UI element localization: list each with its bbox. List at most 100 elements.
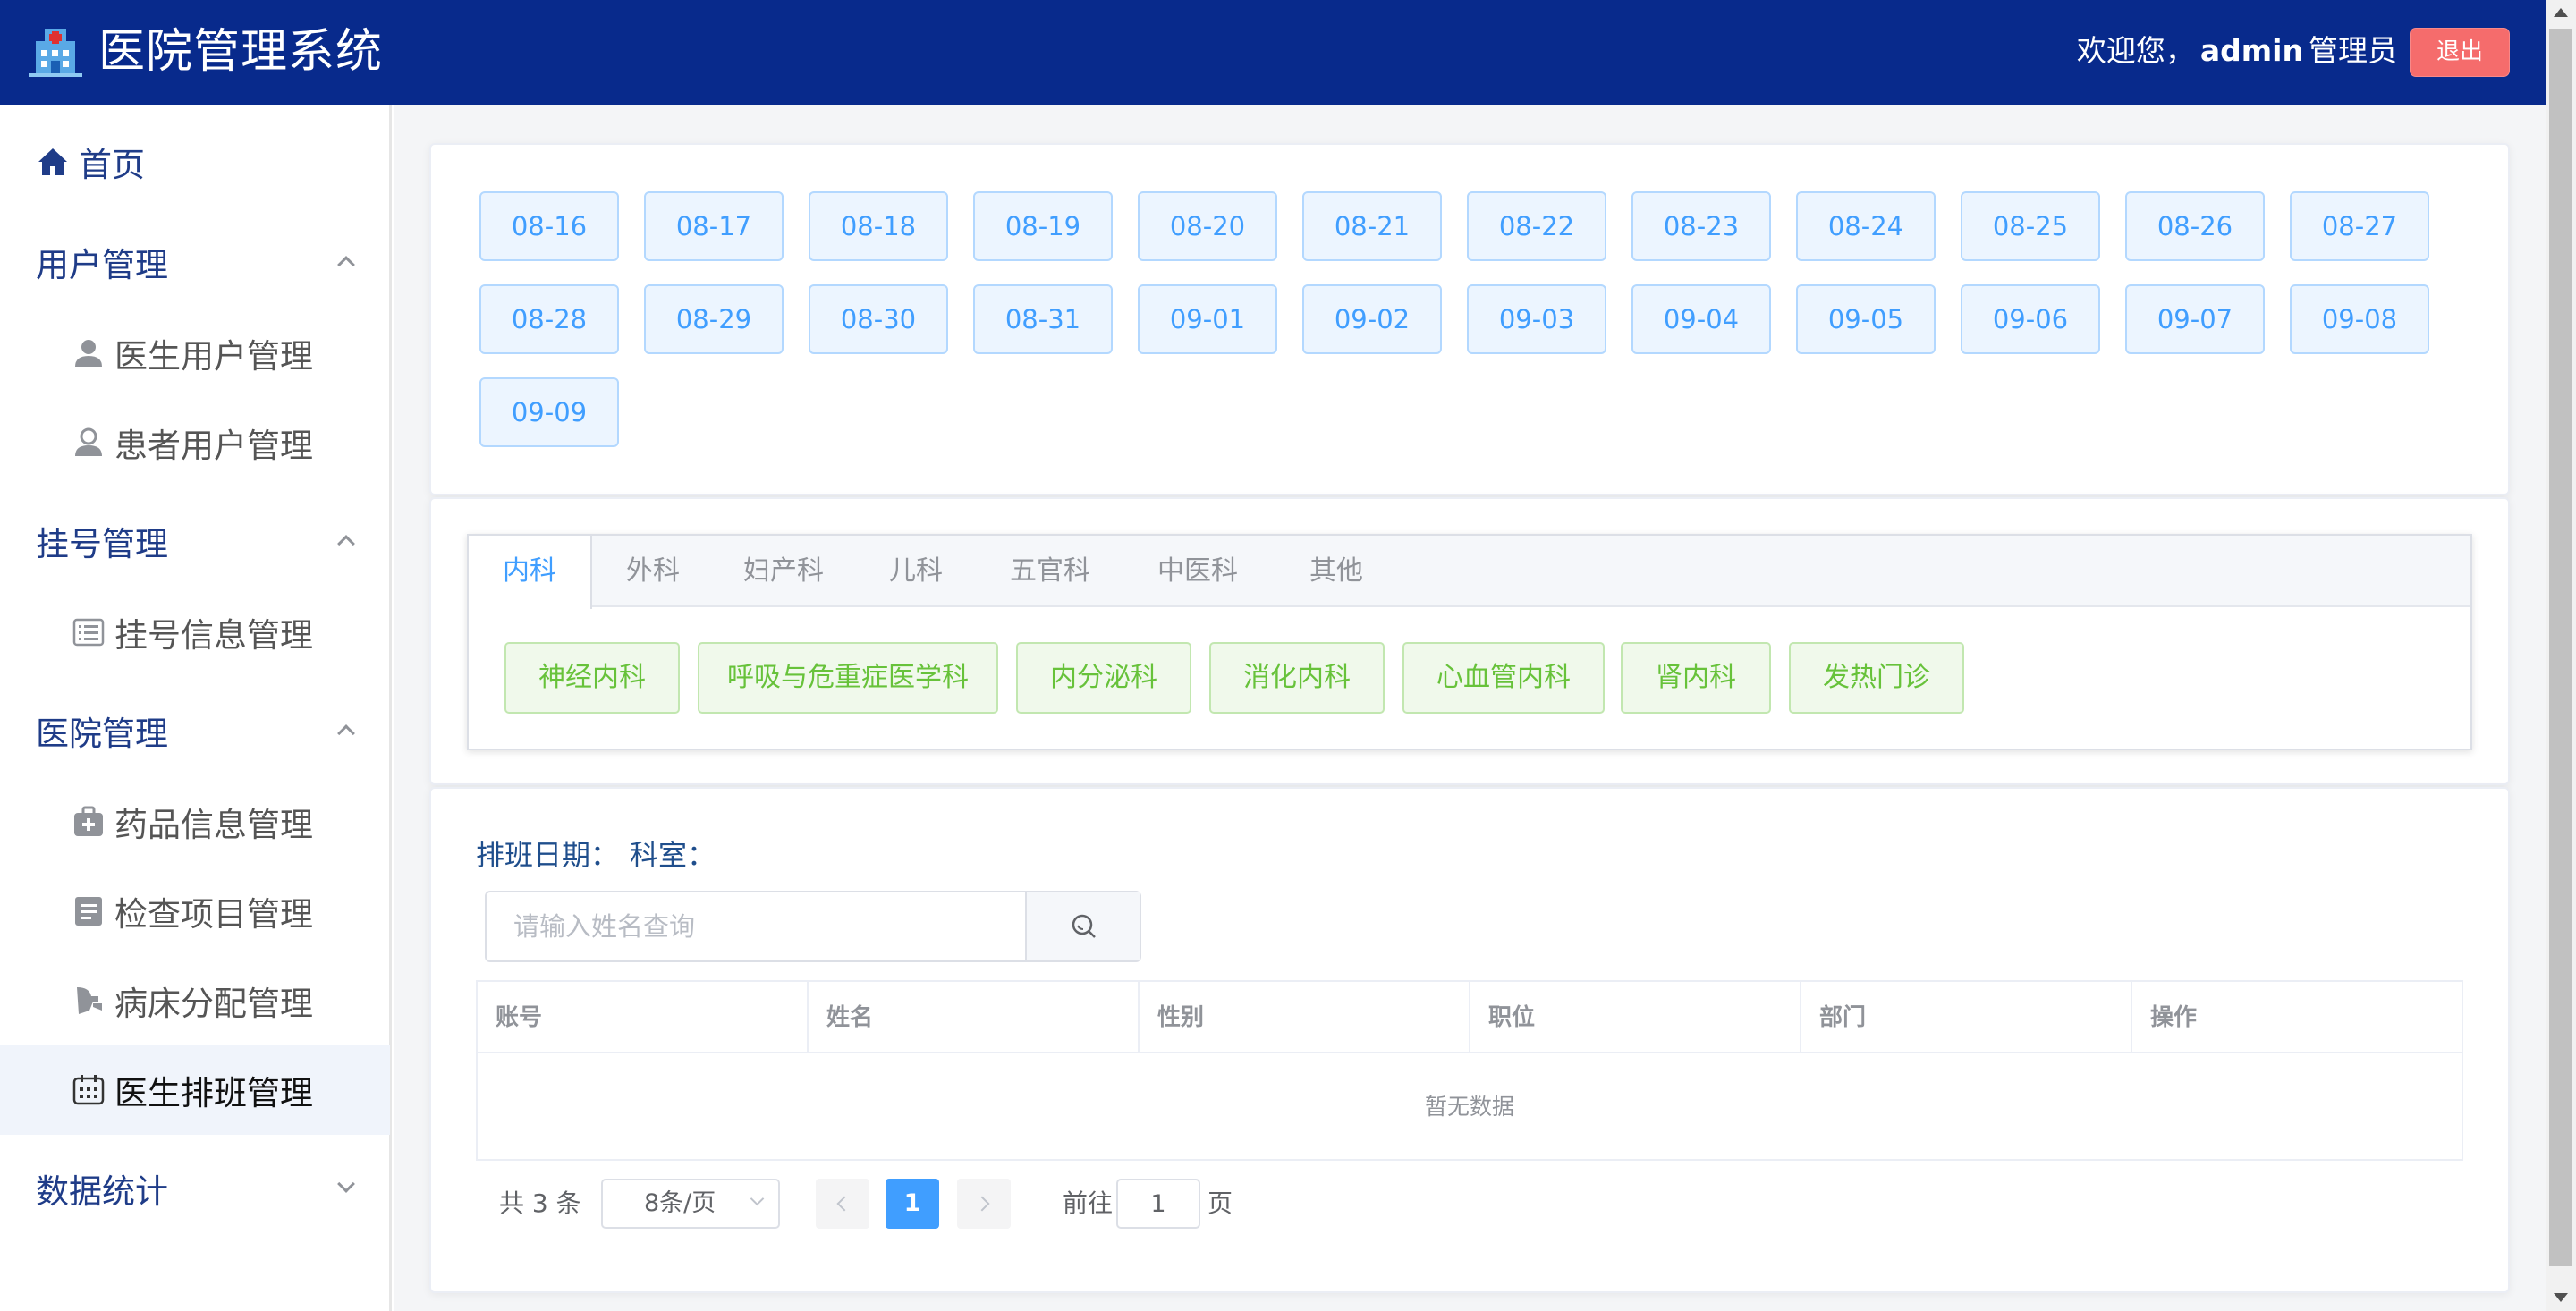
date-button[interactable]: 08-28 [479, 284, 619, 354]
date-button[interactable]: 08-24 [1796, 191, 1936, 261]
tab-internal[interactable]: 内科 [469, 536, 592, 609]
tab-surgery[interactable]: 外科 [592, 536, 714, 607]
sidebar-item-bed-assign[interactable]: 病床分配管理 [0, 968, 390, 1033]
tab-obstetrics[interactable]: 妇产科 [714, 536, 853, 607]
scroll-up-arrow-icon[interactable] [2554, 8, 2568, 17]
sidebar-item-label: 患者用户管理 [114, 427, 313, 465]
hospital-logo-icon [29, 29, 82, 77]
next-page-button[interactable] [957, 1179, 1011, 1229]
medical-kit-icon [74, 806, 103, 836]
sidebar-item-register-info[interactable]: 挂号信息管理 [0, 600, 390, 664]
schedule-date-label: 排班日期： [476, 838, 620, 872]
logout-button[interactable]: 退出 [2410, 28, 2510, 77]
date-button[interactable]: 09-07 [2125, 284, 2265, 354]
column-header-account: 账号 [478, 982, 809, 1053]
column-header-name: 姓名 [809, 982, 1140, 1053]
sidebar-item-label: 挂号信息管理 [114, 616, 313, 655]
tab-other[interactable]: 其他 [1274, 536, 1399, 607]
sidebar-group-hospital-mgmt[interactable]: 医院管理 [0, 698, 390, 763]
date-button[interactable]: 08-21 [1302, 191, 1442, 261]
date-button[interactable]: 09-08 [2290, 284, 2429, 354]
date-button[interactable]: 09-02 [1302, 284, 1442, 354]
schedule-table: 账号 姓名 性别 职位 部门 操作 暂无数据 [476, 980, 2463, 1161]
goto-page-input[interactable] [1116, 1179, 1200, 1229]
sidebar-item-label: 病床分配管理 [114, 985, 313, 1023]
sidebar-item-home[interactable]: 首页 [0, 130, 390, 194]
tab-tcm[interactable]: 中医科 [1122, 536, 1274, 607]
welcome-text: 欢迎您， admin 管理员 [2077, 30, 2397, 72]
dept-fever-clinic-button[interactable]: 发热门诊 [1789, 642, 1964, 714]
sidebar-group-user-mgmt[interactable]: 用户管理 [0, 230, 390, 294]
page-size-select[interactable]: 8条/页 [601, 1179, 780, 1229]
dept-respiratory-button[interactable]: 呼吸与危重症医学科 [698, 642, 998, 714]
page-scrollbar[interactable] [2546, 0, 2576, 1311]
dept-neurology-button[interactable]: 神经内科 [504, 642, 680, 714]
date-button[interactable]: 08-31 [973, 284, 1113, 354]
date-button[interactable]: 09-03 [1467, 284, 1606, 354]
chevron-down-icon [750, 1191, 765, 1206]
chevron-up-icon [337, 535, 355, 553]
page-number-button[interactable]: 1 [886, 1179, 939, 1229]
search-button[interactable] [1025, 892, 1140, 960]
sidebar-item-exam-items[interactable]: 检查项目管理 [0, 879, 390, 943]
date-button[interactable]: 09-04 [1631, 284, 1771, 354]
dept-endocrinology-button[interactable]: 内分泌科 [1016, 642, 1191, 714]
bed-icon [77, 987, 102, 1014]
chevron-up-icon [337, 256, 355, 274]
sidebar-group-statistics[interactable]: 数据统计 [0, 1156, 390, 1221]
sidebar-item-drug-info[interactable]: 药品信息管理 [0, 790, 390, 854]
sidebar-item-label: 医生用户管理 [114, 337, 313, 376]
date-button[interactable]: 08-18 [809, 191, 948, 261]
date-button[interactable]: 08-23 [1631, 191, 1771, 261]
tab-pediatrics[interactable]: 儿科 [853, 536, 979, 607]
sidebar-item-doctor-users[interactable]: 医生用户管理 [0, 321, 390, 385]
date-button[interactable]: 08-20 [1138, 191, 1277, 261]
sidebar-item-label: 检查项目管理 [114, 895, 313, 934]
sidebar-group-label: 数据统计 [36, 1172, 168, 1211]
pagination-total: 共 3 条 [499, 1188, 581, 1218]
dept-cardiology-button[interactable]: 心血管内科 [1402, 642, 1605, 714]
dept-gastroenterology-button[interactable]: 消化内科 [1209, 642, 1385, 714]
goto-suffix: 页 [1208, 1188, 1233, 1218]
search-input[interactable] [487, 892, 1023, 960]
date-button[interactable]: 08-29 [644, 284, 784, 354]
sidebar-item-label: 药品信息管理 [114, 806, 313, 844]
username: admin [2199, 33, 2303, 68]
top-header: 医院管理系统 欢迎您， admin 管理员 退出 [0, 0, 2546, 105]
sidebar-group-label: 用户管理 [36, 246, 168, 284]
date-button[interactable]: 08-27 [2290, 191, 2429, 261]
date-button[interactable]: 08-22 [1467, 191, 1606, 261]
list-icon [72, 618, 105, 647]
date-button[interactable]: 09-06 [1961, 284, 2100, 354]
sidebar-group-register-mgmt[interactable]: 挂号管理 [0, 509, 390, 573]
sidebar-item-label: 医生排班管理 [114, 1074, 313, 1112]
scrollbar-thumb[interactable] [2549, 29, 2572, 1266]
patient-icon [75, 427, 102, 456]
dept-nephrology-button[interactable]: 肾内科 [1621, 642, 1771, 714]
date-button[interactable]: 08-26 [2125, 191, 2265, 261]
date-button[interactable]: 08-19 [973, 191, 1113, 261]
tab-bar: 内科 外科 妇产科 儿科 五官科 中医科 其他 [469, 536, 2470, 609]
schedule-filter-label: 排班日期： 科室： [476, 837, 716, 873]
date-button[interactable]: 09-09 [479, 377, 619, 447]
scroll-down-arrow-icon[interactable] [2554, 1293, 2568, 1302]
user-role: 管理员 [2309, 33, 2397, 68]
search-box [485, 891, 1141, 962]
sidebar-item-doctor-schedule[interactable]: 医生排班管理 [0, 1045, 390, 1135]
prev-page-button[interactable] [816, 1179, 869, 1229]
calendar-icon [72, 1075, 105, 1105]
column-header-position: 职位 [1470, 982, 1801, 1053]
date-button[interactable]: 08-17 [644, 191, 784, 261]
search-icon [1072, 914, 1096, 938]
sidebar-item-patient-users[interactable]: 患者用户管理 [0, 410, 390, 475]
goto-prefix: 前往 [1063, 1188, 1114, 1218]
date-button[interactable]: 09-05 [1796, 284, 1936, 354]
column-header-department: 部门 [1801, 982, 2132, 1053]
user-icon [75, 340, 102, 367]
document-icon [75, 897, 102, 926]
date-button[interactable]: 08-16 [479, 191, 619, 261]
date-button[interactable]: 08-25 [1961, 191, 2100, 261]
date-button[interactable]: 09-01 [1138, 284, 1277, 354]
tab-ent[interactable]: 五官科 [979, 536, 1122, 607]
date-button[interactable]: 08-30 [809, 284, 948, 354]
